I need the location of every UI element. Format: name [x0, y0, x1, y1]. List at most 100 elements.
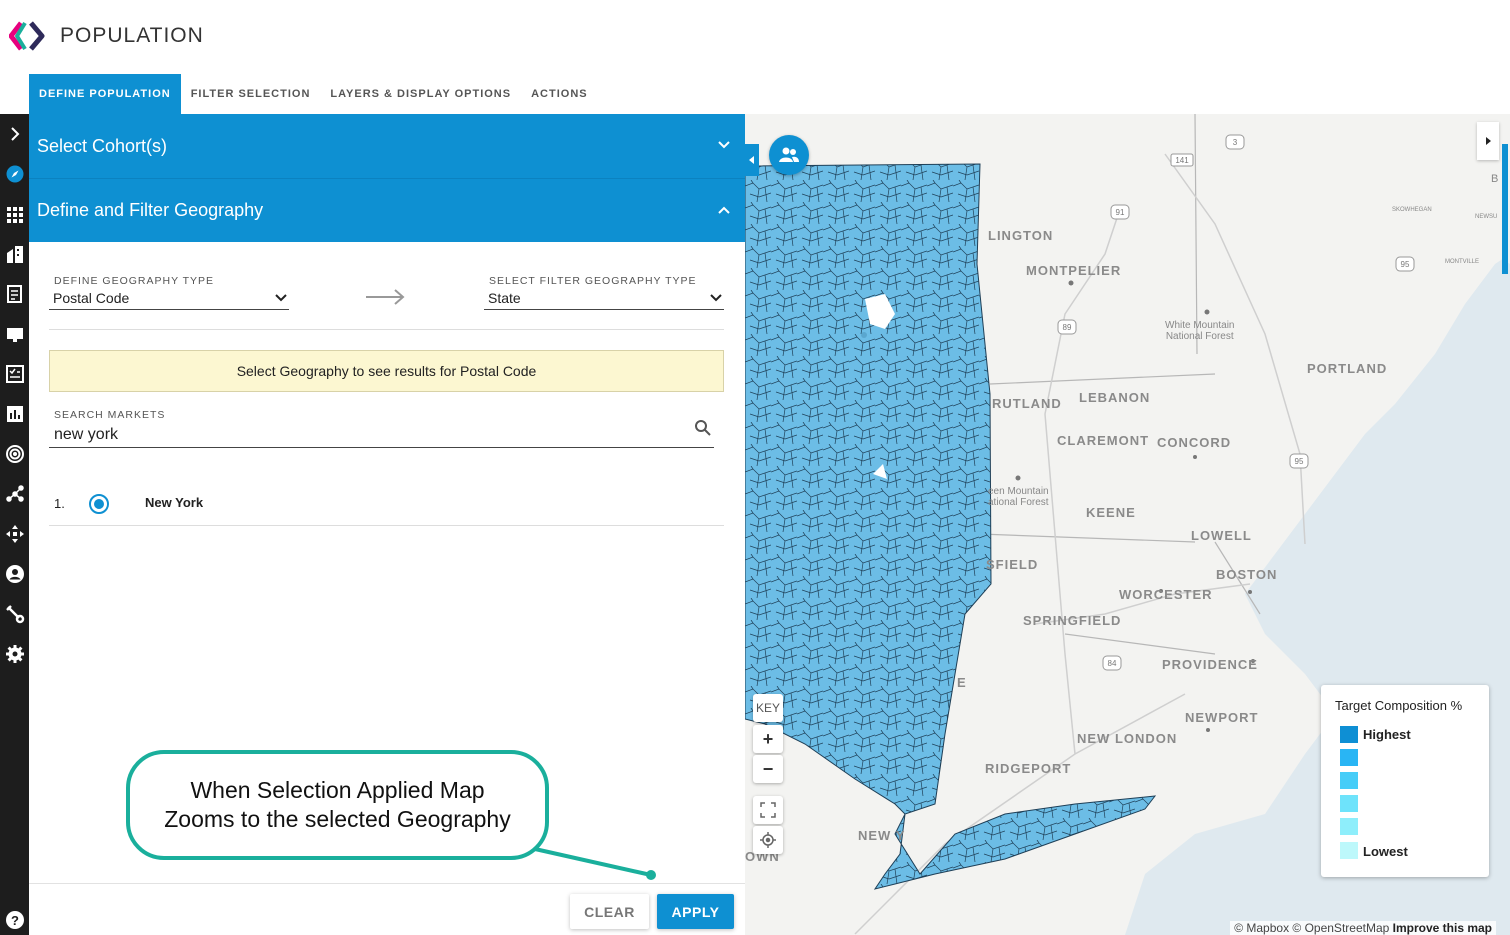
- attribution-text: © Mapbox © OpenStreetMap: [1234, 921, 1393, 935]
- zoom-in-button[interactable]: +: [753, 725, 783, 753]
- city-label: SFIELD: [986, 557, 1039, 572]
- divider: [49, 329, 724, 330]
- legend-title: Target Composition %: [1335, 698, 1463, 713]
- geography-notice: Select Geography to see results for Post…: [49, 350, 724, 392]
- city-label: CONCORD: [1157, 435, 1232, 450]
- legend-swatch: [1340, 842, 1358, 859]
- locate-icon: [760, 832, 776, 848]
- select-cohort-title: Select Cohort(s): [37, 135, 168, 156]
- route-shield: 89: [1063, 323, 1072, 332]
- fullscreen-button[interactable]: [753, 796, 783, 824]
- search-icon[interactable]: [694, 419, 712, 437]
- route-shield: 91: [1116, 208, 1125, 217]
- caret-left-icon: [749, 156, 754, 164]
- user-icon[interactable]: [0, 558, 29, 590]
- bar-chart-icon[interactable]: [0, 398, 29, 430]
- scrollbar[interactable]: [1502, 144, 1508, 274]
- cohort-button[interactable]: [769, 135, 809, 175]
- arrow-right-icon: [366, 289, 405, 305]
- forest-label-line: National Forest: [1165, 331, 1234, 342]
- forest-label-line: ational Forest: [988, 497, 1049, 508]
- chevron-down-icon: [710, 294, 722, 302]
- apply-button[interactable]: APPLY: [657, 894, 734, 929]
- search-markets-input[interactable]: [49, 422, 714, 448]
- wrench-icon[interactable]: [0, 598, 29, 630]
- filter-geography-type-select[interactable]: State: [484, 288, 724, 310]
- city-label: CLAREMONT: [1057, 433, 1150, 448]
- route-shield: 3: [1233, 138, 1238, 147]
- help-icon[interactable]: ?: [0, 904, 29, 935]
- list-item[interactable]: 1. New York: [49, 484, 724, 526]
- map-attribution: © Mapbox © OpenStreetMap Improve this ma…: [1230, 921, 1496, 935]
- clear-button[interactable]: CLEAR: [570, 894, 649, 929]
- icon-rail: ?: [0, 114, 29, 935]
- compass-icon[interactable]: [0, 158, 29, 190]
- legend-lowest-label: Lowest: [1363, 844, 1408, 859]
- forest-label-line: een Mountain: [988, 486, 1049, 497]
- app-title: POPULATION: [60, 24, 204, 47]
- city-label: PROVIDENCE: [1162, 657, 1258, 672]
- define-geography-title: Define and Filter Geography: [37, 200, 264, 220]
- network-icon[interactable]: [0, 478, 29, 510]
- tab-bar: DEFINE POPULATION FILTER SELECTION LAYER…: [29, 74, 598, 114]
- city-label: E: [957, 675, 967, 690]
- app-root: POPULATION DEFINE POPULATION FILTER SELE…: [0, 0, 1510, 935]
- tab-define-population[interactable]: DEFINE POPULATION: [29, 74, 181, 114]
- improve-map-link[interactable]: Improve this map: [1393, 921, 1492, 935]
- chevron-down-icon: [718, 141, 730, 149]
- tab-actions[interactable]: ACTIONS: [521, 74, 598, 114]
- town-label: B: [1491, 173, 1499, 185]
- chevron-down-icon: [275, 294, 287, 302]
- town-label: SKOWHEGAN: [1392, 207, 1432, 213]
- define-geography-type-select[interactable]: Postal Code: [49, 288, 289, 310]
- move-icon[interactable]: [0, 518, 29, 550]
- checklist-icon[interactable]: [0, 358, 29, 390]
- select-cohort-accordion[interactable]: Select Cohort(s): [29, 114, 745, 178]
- result-number: 1.: [54, 496, 65, 511]
- city-label: NEW LONDON: [1077, 731, 1178, 746]
- legend-swatch: [1340, 818, 1358, 835]
- map-view[interactable]: 91 89 95 95 84 3 141 LINGTON MONTPELIER …: [745, 114, 1510, 935]
- callout-line-1: When Selection Applied Map: [190, 777, 485, 803]
- annotation-callout: When Selection Applied Map Zooms to the …: [126, 750, 549, 860]
- chevron-right-icon[interactable]: [0, 118, 29, 150]
- tab-filter-selection[interactable]: FILTER SELECTION: [181, 74, 321, 114]
- radio-button[interactable]: [89, 494, 109, 514]
- svg-text:?: ?: [11, 913, 19, 928]
- building-icon[interactable]: [0, 238, 29, 270]
- city-label: SPRINGFIELD: [1023, 613, 1122, 628]
- monitor-icon[interactable]: [0, 318, 29, 350]
- city-label: NEWPORT: [1185, 710, 1259, 725]
- collapse-panel-button[interactable]: [745, 144, 759, 176]
- city-label: LINGTON: [988, 228, 1054, 243]
- legend-swatch: [1340, 772, 1358, 789]
- fullscreen-icon: [760, 802, 776, 818]
- city-label: BOSTON: [1216, 567, 1278, 582]
- report-icon[interactable]: [0, 278, 29, 310]
- key-button[interactable]: KEY: [753, 694, 783, 722]
- tab-layers-display-options[interactable]: LAYERS & DISPLAY OPTIONS: [320, 74, 521, 114]
- town-label: MONTVILLE: [1445, 259, 1480, 265]
- define-geography-type-value: Postal Code: [53, 290, 130, 306]
- geolocate-button[interactable]: [753, 826, 783, 854]
- route-shield: 95: [1401, 260, 1410, 269]
- define-geography-accordion[interactable]: Define and Filter Geography: [29, 178, 745, 242]
- header: POPULATION: [0, 0, 1510, 74]
- define-geography-type-label: DEFINE GEOGRAPHY TYPE: [54, 275, 215, 287]
- city-label: LEBANON: [1079, 390, 1151, 405]
- callout-line-2: Zooms to the selected Geography: [164, 806, 511, 832]
- footer-divider: [29, 883, 745, 884]
- gear-icon[interactable]: [0, 638, 29, 670]
- legend-swatch: [1340, 795, 1358, 812]
- zoom-out-button[interactable]: −: [753, 755, 783, 783]
- city-label: PORTLAND: [1307, 361, 1388, 376]
- route-shield: 141: [1175, 156, 1189, 165]
- town-label: NEWSU: [1475, 214, 1498, 220]
- grid-icon[interactable]: [0, 198, 29, 230]
- route-shield: 84: [1108, 659, 1117, 668]
- city-label: KEENE: [1086, 505, 1136, 520]
- city-label: MONTPELIER: [1026, 263, 1122, 278]
- expand-right-panel-button[interactable]: [1477, 122, 1499, 160]
- target-icon[interactable]: [0, 438, 29, 470]
- chevron-up-icon: [718, 206, 730, 214]
